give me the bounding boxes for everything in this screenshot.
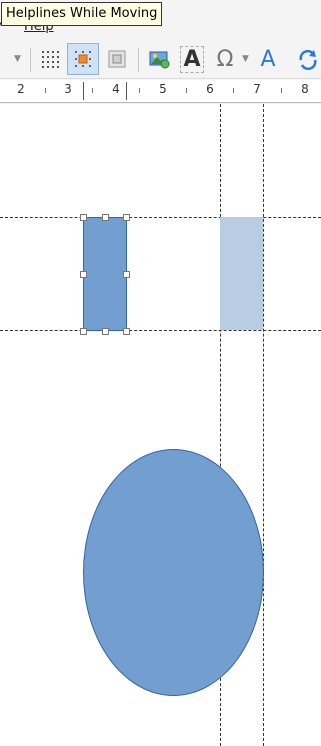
ruler-tick — [233, 88, 234, 93]
drawing-toolbar: ▼ A Ω ▼ A — [0, 40, 321, 79]
helpline-right — [263, 104, 264, 746]
ruler-tick — [139, 88, 140, 93]
resize-handle[interactable] — [102, 214, 109, 221]
text-style-icon: A — [260, 46, 276, 72]
resize-handle[interactable] — [80, 328, 87, 335]
insert-image-button[interactable] — [143, 43, 175, 75]
resize-handle[interactable] — [123, 328, 130, 335]
special-character-button[interactable]: Ω — [209, 43, 241, 75]
ruler-label: 6 — [206, 82, 214, 96]
ruler-tick — [92, 88, 93, 93]
snap-button[interactable] — [101, 43, 133, 75]
toolbar-separator — [30, 48, 31, 72]
ruler-selection-marker — [83, 82, 84, 100]
ruler-tick — [45, 88, 46, 93]
resize-handle[interactable] — [102, 328, 109, 335]
tooltip: Helplines While Moving — [1, 2, 163, 26]
ellipse-shape[interactable] — [83, 449, 264, 696]
chevron-down-icon[interactable]: ▼ — [14, 54, 21, 64]
snap-icon — [108, 50, 126, 68]
resize-handle[interactable] — [123, 214, 130, 221]
resize-handle[interactable] — [80, 214, 87, 221]
resize-handle[interactable] — [80, 271, 87, 278]
toolbar-separator — [138, 48, 139, 72]
ruler-label: 8 — [301, 82, 309, 96]
horizontal-ruler[interactable]: 2 3 4 5 6 7 8 — [0, 80, 321, 103]
ruler-label: 7 — [253, 82, 261, 96]
drawing-canvas[interactable] — [0, 104, 321, 746]
grid-button[interactable] — [34, 43, 66, 75]
helplines-while-moving-icon — [75, 51, 91, 67]
fontwork-icon: A — [180, 45, 204, 73]
image-icon — [149, 51, 170, 69]
chevron-down-icon[interactable]: ▼ — [242, 54, 249, 64]
fontwork-button[interactable]: A — [176, 43, 208, 75]
helpline-bottom — [0, 330, 321, 331]
ruler-tick — [186, 88, 187, 93]
special-character-icon: Ω — [216, 46, 234, 72]
text-style-button[interactable]: A — [252, 43, 284, 75]
ruler-label: 5 — [159, 82, 167, 96]
helplines-while-moving-button[interactable] — [67, 43, 99, 75]
resize-handle[interactable] — [123, 271, 130, 278]
helpline-top — [0, 217, 321, 218]
ruler-label: 2 — [17, 82, 25, 96]
ruler-tick — [281, 88, 282, 93]
ruler-selection-marker — [126, 82, 127, 100]
rectangle-drag-preview — [220, 217, 263, 330]
ruler-label: 4 — [112, 82, 120, 96]
rotate-button[interactable] — [292, 43, 321, 75]
selected-rectangle[interactable] — [83, 217, 127, 331]
grid-icon — [42, 51, 59, 68]
ruler-label: 3 — [64, 82, 72, 96]
rotate-icon — [299, 49, 317, 70]
